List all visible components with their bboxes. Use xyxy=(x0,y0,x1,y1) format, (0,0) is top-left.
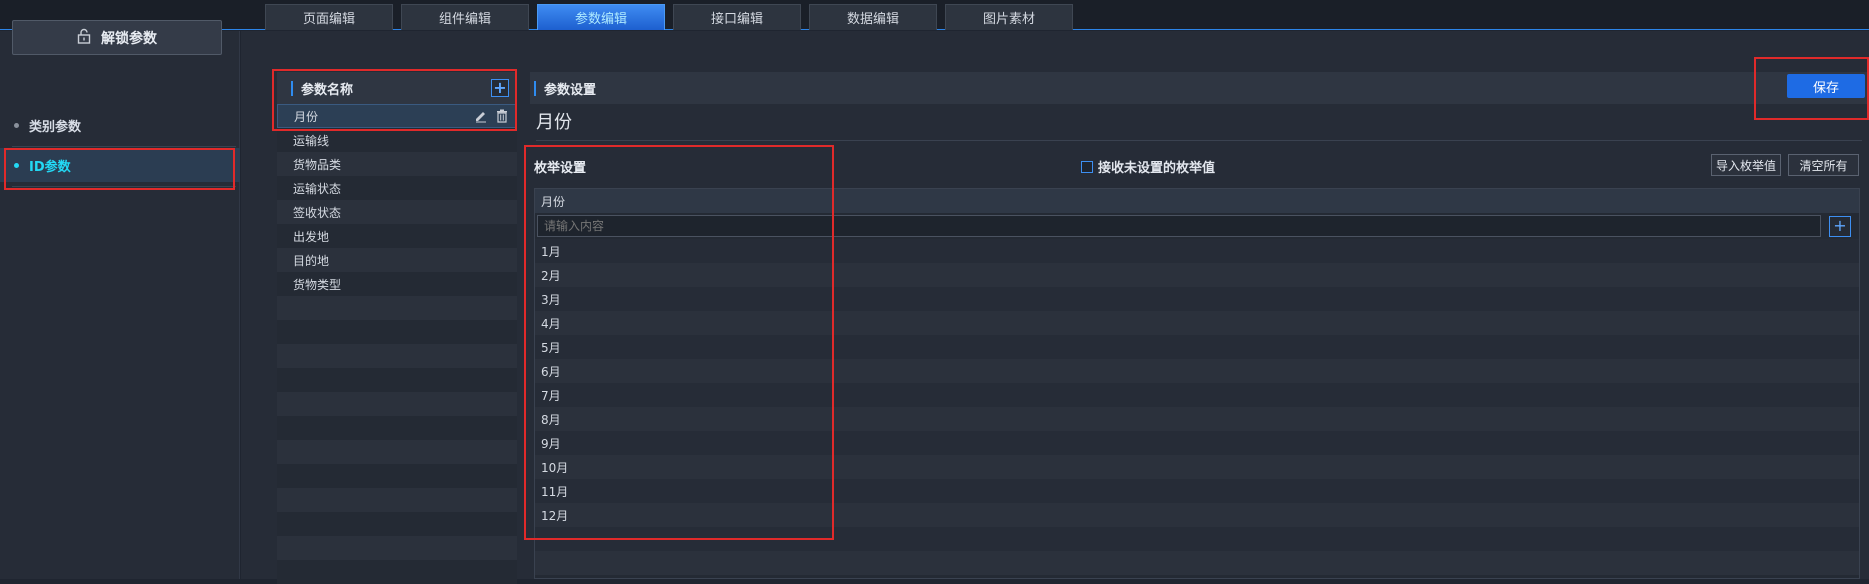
enum-value-input[interactable] xyxy=(537,215,1821,237)
param-list-item[interactable]: 货物品类 xyxy=(277,152,517,176)
empty-row xyxy=(277,440,517,464)
delete-icon[interactable] xyxy=(496,109,508,126)
enum-row[interactable]: 11月 xyxy=(535,479,1859,503)
empty-row xyxy=(277,344,517,368)
empty-row xyxy=(535,527,1859,551)
header-accent-bar xyxy=(291,80,293,96)
param-list-item[interactable]: 运输线 xyxy=(277,128,517,152)
accept-unset-label: 接收未设置的枚举值 xyxy=(1098,161,1216,176)
param-list-item[interactable]: 货物类型 xyxy=(277,272,517,296)
param-list-item[interactable]: 出发地 xyxy=(277,224,517,248)
param-list-item[interactable]: 运输状态 xyxy=(277,176,517,200)
param-item-label: 月份 xyxy=(294,109,319,124)
enum-value-list: 1月 2月 3月 4月 5月 6月 7月 8月 9月 10月 11月 12月 xyxy=(535,239,1859,575)
empty-row xyxy=(277,368,517,392)
clear-all-button[interactable]: 清空所有 xyxy=(1788,154,1859,176)
enum-row[interactable]: 6月 xyxy=(535,359,1859,383)
sidebar-divider xyxy=(12,186,236,187)
param-settings-header: 参数设置 xyxy=(530,72,1869,104)
enum-settings-label: 枚举设置 xyxy=(534,161,587,176)
enum-row[interactable]: 10月 xyxy=(535,455,1859,479)
tab-param-edit[interactable]: 参数编辑 xyxy=(537,4,665,30)
enum-row[interactable]: 9月 xyxy=(535,431,1859,455)
section-divider xyxy=(536,140,1862,141)
enum-table-header: 月份 xyxy=(535,189,1859,213)
param-item-label: 货物品类 xyxy=(293,157,342,172)
accept-unset-checkbox[interactable] xyxy=(1081,160,1093,173)
empty-row xyxy=(277,488,517,512)
import-enum-button[interactable]: 导入枚举值 xyxy=(1711,154,1781,176)
sidebar-item-category-params[interactable]: 类别参数 xyxy=(0,108,240,142)
param-list-title: 参数名称 xyxy=(301,82,354,98)
tab-data-edit[interactable]: 数据编辑 xyxy=(809,4,937,30)
empty-row xyxy=(535,551,1859,575)
empty-row xyxy=(277,416,517,440)
param-list-item-month[interactable]: 月份 xyxy=(277,104,517,128)
tab-page-edit[interactable]: 页面编辑 xyxy=(265,4,393,30)
empty-row xyxy=(277,296,517,320)
param-list-header: 参数名称 + xyxy=(277,72,517,104)
enum-row[interactable]: 3月 xyxy=(535,287,1859,311)
sidebar-divider xyxy=(12,146,236,147)
param-list: 月份 运输线 货物品类 运输状态 签收状态 出发地 目的地 货物类型 xyxy=(277,104,517,584)
bullet-icon xyxy=(14,162,19,168)
bullet-icon xyxy=(14,122,19,128)
enum-row[interactable]: 5月 xyxy=(535,335,1859,359)
param-item-label: 签收状态 xyxy=(293,205,342,220)
enum-row[interactable]: 1月 xyxy=(535,239,1859,263)
unlock-params-button[interactable]: 解锁参数 xyxy=(12,20,222,55)
tab-api-edit[interactable]: 接口编辑 xyxy=(673,4,801,30)
accept-unset-enum-option[interactable]: 接收未设置的枚举值 xyxy=(1081,157,1215,176)
empty-row xyxy=(277,560,517,584)
tab-component-edit[interactable]: 组件编辑 xyxy=(401,4,529,30)
param-list-item[interactable]: 签收状态 xyxy=(277,200,517,224)
sidebar-item-label: 类别参数 xyxy=(29,119,82,135)
empty-row xyxy=(277,536,517,560)
empty-row xyxy=(277,464,517,488)
param-settings-title: 参数设置 xyxy=(544,82,597,98)
param-list-item[interactable]: 目的地 xyxy=(277,248,517,272)
param-item-label: 目的地 xyxy=(293,253,330,268)
header-accent-bar xyxy=(534,80,536,96)
enum-row[interactable]: 8月 xyxy=(535,407,1859,431)
unlock-params-label: 解锁参数 xyxy=(101,30,157,47)
param-item-label: 运输状态 xyxy=(293,181,342,196)
add-enum-icon[interactable]: + xyxy=(1829,216,1851,237)
empty-row xyxy=(277,512,517,536)
enum-row[interactable]: 7月 xyxy=(535,383,1859,407)
param-name-title: 月份 xyxy=(536,112,572,133)
empty-row xyxy=(277,320,517,344)
sidebar-item-id-params[interactable]: ID参数 xyxy=(0,148,240,182)
lock-icon xyxy=(77,28,91,48)
save-button[interactable]: 保存 xyxy=(1787,74,1865,98)
sidebar-item-label: ID参数 xyxy=(29,159,71,175)
enum-table: 月份 + 1月 2月 3月 4月 5月 6月 7月 8月 9月 10月 11月 … xyxy=(534,188,1860,579)
enum-row[interactable]: 4月 xyxy=(535,311,1859,335)
tab-image-assets[interactable]: 图片素材 xyxy=(945,4,1073,30)
top-tab-bar: 页面编辑 组件编辑 参数编辑 接口编辑 数据编辑 图片素材 xyxy=(0,0,1869,30)
add-param-icon[interactable]: + xyxy=(491,79,509,97)
empty-row xyxy=(277,392,517,416)
param-item-label: 货物类型 xyxy=(293,277,342,292)
edit-icon[interactable] xyxy=(474,109,488,126)
enum-row[interactable]: 12月 xyxy=(535,503,1859,527)
param-item-label: 运输线 xyxy=(293,133,330,148)
param-item-label: 出发地 xyxy=(293,229,330,244)
enum-row[interactable]: 2月 xyxy=(535,263,1859,287)
